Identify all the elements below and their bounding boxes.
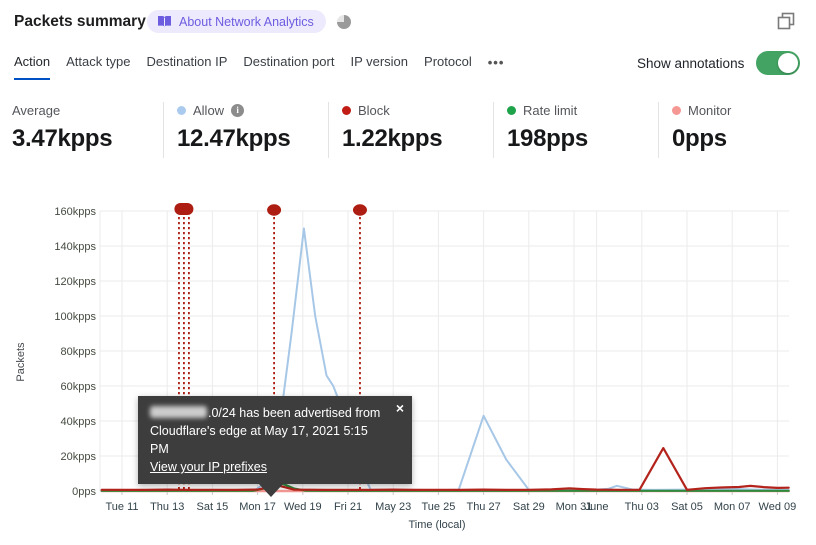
y-tick-label: 20kpps: [61, 451, 97, 463]
y-tick-label: 60kpps: [61, 381, 97, 393]
y-tick-label: 140kpps: [54, 241, 96, 253]
tooltip-close-icon[interactable]: ×: [396, 401, 404, 415]
x-tick-label: Wed 19: [284, 501, 322, 513]
tooltip-arrow: [258, 483, 284, 497]
y-tick-label: 120kpps: [54, 276, 96, 288]
x-tick-label: June: [585, 501, 609, 513]
annotation-marker-pill[interactable]: [174, 203, 194, 215]
y-tick-label: 40kpps: [61, 416, 97, 428]
x-tick-label: Thu 03: [625, 501, 659, 513]
x-tick-label: Wed 09: [759, 501, 797, 513]
x-tick-label: Mon 07: [714, 501, 751, 513]
x-tick-label: Sat 15: [196, 501, 228, 513]
x-axis-title: Time (local): [408, 519, 465, 531]
x-tick-label: Tue 25: [421, 501, 455, 513]
x-tick-label: Tue 11: [105, 501, 138, 513]
y-tick-label: 0pps: [72, 486, 96, 498]
annotation-tooltip: × .0/24 has been advertised from Cloudfl…: [138, 396, 412, 497]
x-tick-label: Mon 17: [239, 501, 276, 513]
view-ip-prefixes-link[interactable]: View your IP prefixes: [150, 460, 267, 474]
annotation-marker-dot[interactable]: [352, 204, 367, 216]
y-tick-label: 80kpps: [61, 346, 97, 358]
x-tick-label: May 23: [375, 501, 411, 513]
x-tick-label: Thu 13: [150, 501, 184, 513]
x-tick-label: Thu 27: [466, 501, 500, 513]
tooltip-text: .0/24 has been advertised from Cloudflar…: [150, 406, 381, 474]
y-tick-label: 160kpps: [54, 206, 96, 218]
y-axis-title: Packets: [15, 342, 27, 382]
x-tick-label: Sat 29: [513, 501, 545, 513]
redacted-ip-prefix: [150, 406, 207, 418]
x-tick-label: Sat 05: [671, 501, 703, 513]
annotation-marker-dot[interactable]: [267, 204, 282, 216]
y-tick-label: 100kpps: [54, 311, 96, 323]
x-tick-label: Fri 21: [334, 501, 362, 513]
